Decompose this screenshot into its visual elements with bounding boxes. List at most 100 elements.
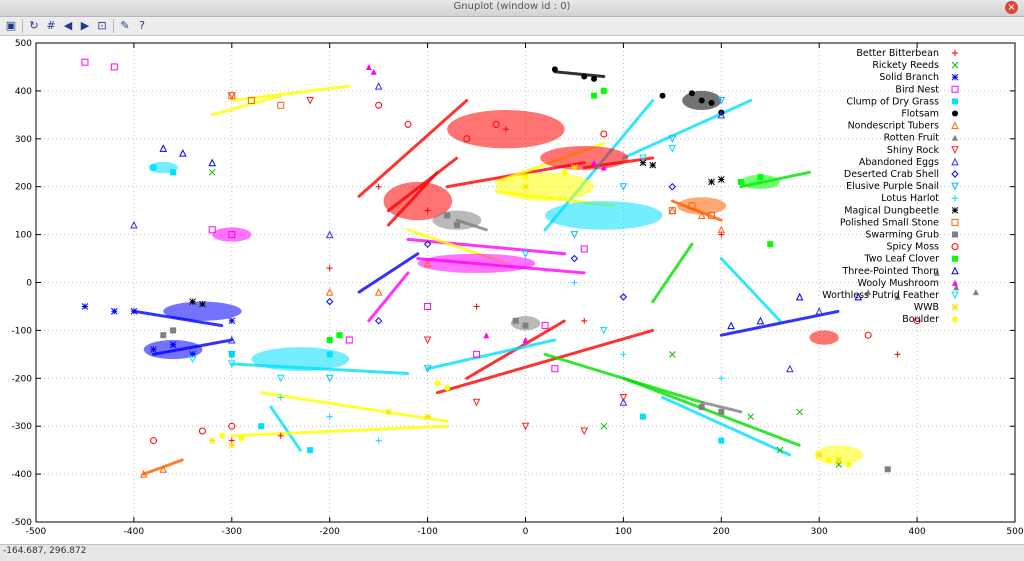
data-point <box>375 101 383 109</box>
data-point <box>551 66 558 73</box>
data-point <box>453 222 460 229</box>
legend-label: Clump of Dry Grass <box>846 96 939 107</box>
legend-marker <box>951 303 959 311</box>
data-point <box>815 451 823 459</box>
grid-icon[interactable]: # <box>43 18 59 34</box>
data-point <box>385 408 392 416</box>
data-point <box>591 92 598 99</box>
legend-label: Worthless Putrid Feather <box>822 290 939 301</box>
point-cluster <box>496 172 595 202</box>
data-point <box>483 332 490 339</box>
point-cluster <box>540 145 629 170</box>
zoom-next-icon[interactable]: ▶ <box>77 18 93 34</box>
replot-icon[interactable]: ↻ <box>26 18 42 34</box>
legend-marker <box>951 266 959 275</box>
data-point <box>659 92 666 99</box>
data-point <box>521 422 530 431</box>
window-titlebar: Gnuplot (window id : 0) × <box>0 0 1024 17</box>
legend-marker <box>951 218 959 226</box>
toolbar-separator <box>22 19 23 33</box>
data-point <box>718 375 725 382</box>
data-point <box>179 149 187 157</box>
data-point <box>424 302 432 310</box>
data-point <box>160 332 167 339</box>
data-point <box>189 298 196 306</box>
data-point <box>600 422 608 430</box>
legend-marker <box>952 50 958 56</box>
data-point <box>444 212 451 219</box>
data-point <box>884 466 891 473</box>
data-point <box>208 158 217 167</box>
data-point <box>219 432 226 439</box>
x-tick-label: -100 <box>417 527 438 537</box>
data-point <box>619 398 628 406</box>
data-point <box>561 169 568 176</box>
y-tick-label: 100 <box>15 231 32 241</box>
data-point <box>541 322 549 330</box>
point-trail <box>553 70 606 79</box>
data-point <box>825 456 832 463</box>
point-trail <box>269 405 302 452</box>
y-tick-label: -300 <box>12 422 33 432</box>
legend-label: Lotus Harlot <box>881 193 939 204</box>
legend-label: Swarming Grub <box>865 230 939 241</box>
autoscale-icon[interactable]: ⊡ <box>94 18 110 34</box>
data-point <box>150 164 157 171</box>
legend-label: Spicy Moss <box>887 242 940 253</box>
close-icon[interactable]: × <box>1005 1 1018 14</box>
legend-marker <box>951 146 959 154</box>
data-point <box>307 447 314 454</box>
data-point <box>708 99 715 106</box>
data-point <box>336 332 343 339</box>
plot-area[interactable]: -500 -400 -300 -200 -100 0 100 200 300 400 500 -500… <box>0 36 1024 544</box>
data-point <box>326 351 333 358</box>
data-point <box>228 422 236 430</box>
point-trail <box>259 391 449 423</box>
data-point <box>522 322 529 329</box>
help-icon[interactable]: ? <box>134 18 150 34</box>
data-point <box>159 144 168 152</box>
data-point <box>649 161 657 169</box>
legend-marker <box>952 231 958 238</box>
legend-marker <box>951 206 959 214</box>
legend-marker <box>951 182 959 191</box>
scatter-plot[interactable]: -500 -400 -300 -200 -100 0 100 200 300 400 500 -500… <box>0 36 1024 544</box>
y-tick-label: -400 <box>12 470 33 480</box>
x-tick-label: 300 <box>811 527 828 537</box>
data-point <box>619 183 628 191</box>
x-tick-label: 100 <box>615 527 632 537</box>
zoom-prev-icon[interactable]: ◀ <box>60 18 76 34</box>
data-point <box>325 287 334 296</box>
data-point <box>591 75 598 82</box>
legend-marker <box>952 195 958 202</box>
legend-label: Wooly Mushroom <box>857 278 939 289</box>
data-point <box>668 144 677 153</box>
settings-icon[interactable]: ✎ <box>117 18 133 34</box>
data-point <box>365 63 372 70</box>
data-point <box>698 404 705 411</box>
data-point <box>845 461 852 468</box>
data-point <box>434 380 441 387</box>
point-trail <box>621 98 753 160</box>
copy-clipboard-icon[interactable]: ▣ <box>3 18 19 34</box>
legend-marker <box>951 243 959 251</box>
legend-marker <box>951 170 959 178</box>
data-point <box>228 317 236 325</box>
data-point <box>374 317 383 325</box>
data-point <box>238 435 245 442</box>
data-point <box>404 120 412 128</box>
data-point <box>756 316 765 325</box>
data-point <box>796 408 803 416</box>
data-point <box>795 292 804 301</box>
data-point <box>424 413 431 420</box>
data-point <box>170 169 177 176</box>
data-point <box>198 427 206 435</box>
data-point <box>786 364 794 373</box>
data-point <box>688 90 695 97</box>
data-point <box>551 365 559 373</box>
legend-label: Flotsam <box>901 109 939 120</box>
legend-marker <box>952 110 958 117</box>
legend-label: Three-Pointed Thorn <box>841 266 939 277</box>
data-point <box>170 327 177 334</box>
x-tick-label: 200 <box>713 527 730 537</box>
